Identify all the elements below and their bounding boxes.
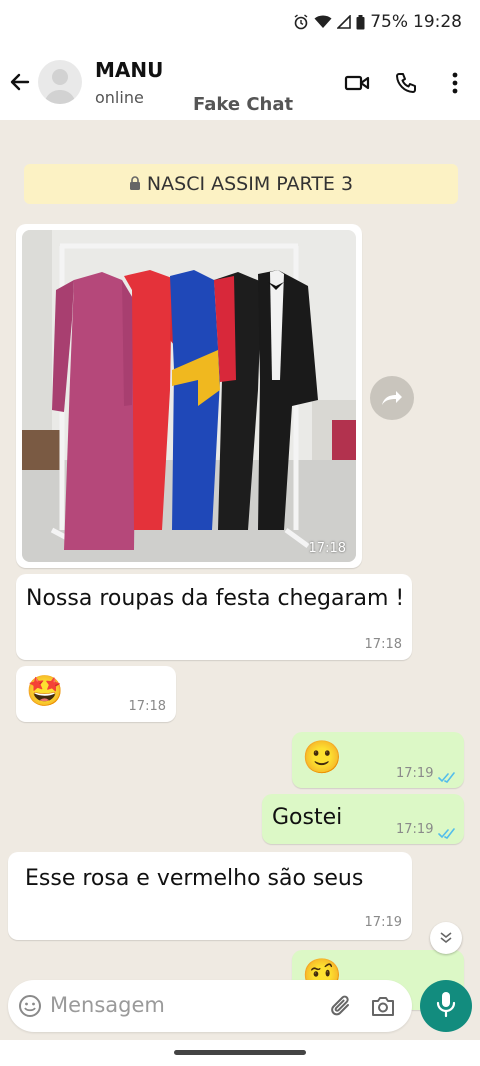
chat-banner: NASCI ASSIM PARTE 3 (24, 164, 458, 204)
message-emoji: 🙂 (302, 738, 342, 776)
message-input[interactable]: Mensagem (50, 993, 165, 1017)
contact-name[interactable]: MANU (95, 58, 163, 82)
message-time: 17:18 (364, 637, 402, 652)
mic-icon (435, 990, 457, 1022)
status-icons: 75% 19:28 (293, 12, 462, 32)
image-message[interactable]: 17:18 (16, 224, 362, 568)
avatar[interactable] (38, 60, 82, 104)
clock: 19:28 (413, 12, 462, 32)
voice-record-button[interactable] (420, 980, 472, 1032)
wifi-icon (314, 15, 332, 29)
more-options-icon[interactable] (442, 70, 468, 96)
status-bar: 75% 19:28 (0, 0, 480, 48)
incoming-message[interactable]: Esse rosa e vermelho são seus 17:19 (8, 852, 412, 940)
message-time: 17:18 (128, 699, 166, 714)
message-time: 17:19 (396, 766, 434, 781)
forward-icon[interactable] (370, 376, 414, 420)
message-time: 17:19 (364, 915, 402, 930)
message-input-bar[interactable]: Mensagem (8, 980, 412, 1032)
chat-area[interactable]: NASCI ASSIM PARTE 3 17:18 Nossa roupas d… (0, 120, 480, 1040)
read-ticks-icon (438, 768, 456, 787)
system-nav-bar (0, 1040, 480, 1066)
incoming-message[interactable]: Nossa roupas da festa chegaram ! 17:18 (16, 574, 412, 660)
message-text: Gostei (272, 805, 343, 830)
message-text: Esse rosa e vermelho são seus (25, 866, 364, 891)
outgoing-message[interactable]: 🙂 17:19 (292, 732, 464, 788)
outgoing-message[interactable]: Gostei 17:19 (262, 794, 464, 844)
battery-percent: 75% (370, 12, 408, 32)
clothes-rack-photo[interactable]: 17:18 (22, 230, 356, 562)
alarm-icon (293, 14, 309, 30)
video-call-icon[interactable] (344, 70, 370, 96)
lock-icon (129, 173, 141, 195)
scroll-down-button[interactable] (430, 922, 462, 954)
attach-icon[interactable] (328, 994, 354, 1024)
contact-status: online (95, 88, 144, 107)
home-gesture-handle[interactable] (174, 1050, 306, 1055)
watermark: Fake Chat (193, 94, 294, 115)
back-arrow-icon[interactable] (8, 70, 32, 94)
phone-call-icon[interactable] (393, 70, 419, 96)
banner-text: NASCI ASSIM PARTE 3 (146, 173, 354, 195)
battery-icon (356, 14, 365, 30)
read-ticks-icon (438, 824, 456, 843)
signal-icon (337, 15, 352, 29)
message-text: Nossa roupas da festa chegaram ! (26, 586, 405, 611)
camera-icon[interactable] (370, 994, 396, 1022)
message-time: 17:19 (396, 822, 434, 837)
emoji-icon[interactable] (18, 994, 42, 1022)
message-emoji: 🤩 (26, 674, 64, 709)
image-time: 17:18 (308, 541, 346, 556)
incoming-message[interactable]: 🤩 17:18 (16, 666, 176, 722)
